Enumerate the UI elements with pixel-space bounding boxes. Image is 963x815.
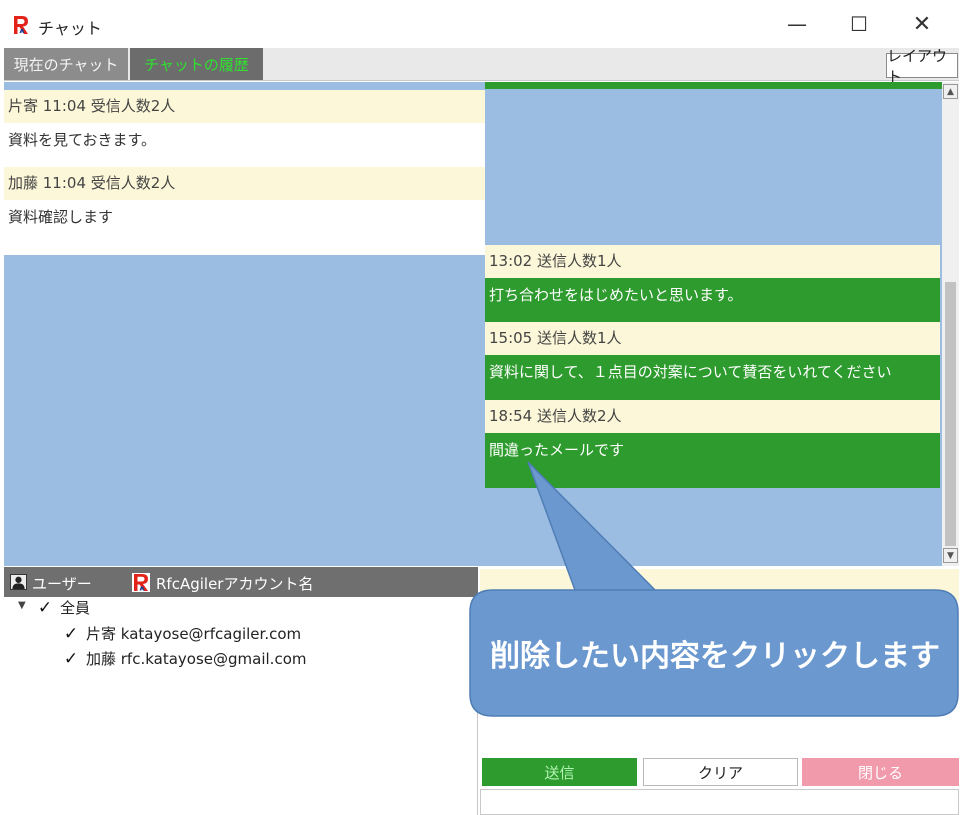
close-chat-button[interactable]: 閉じる [802, 758, 959, 786]
scroll-thumb[interactable] [945, 282, 956, 546]
window-title: チャット [38, 19, 102, 38]
maximize-button[interactable]: ☐ [835, 6, 883, 42]
scroll-up-button[interactable]: ▲ [943, 84, 958, 99]
message-header: 13:02 送信人数1人 [485, 245, 940, 278]
checkmark-icon[interactable]: ✓ [36, 598, 54, 618]
close-icon: ✕ [912, 11, 932, 37]
outgoing-message[interactable]: 13:02 送信人数1人 打ち合わせをはじめたいと思います。 [485, 245, 940, 333]
triangle-down-icon[interactable]: ▼ [18, 600, 26, 611]
incoming-message[interactable]: 加藤 11:04 受信人数2人 資料確認します [4, 167, 485, 255]
vertical-scrollbar[interactable]: ▲ ▼ [942, 82, 959, 566]
tab-bar: 現在のチャット チャットの履歴 レイアウト [4, 47, 959, 86]
triangle-up-icon: ▲ [947, 86, 954, 97]
title-bar: チャット — ☐ ✕ [0, 0, 963, 48]
tree-item-label: 片寄 katayose@rfcagiler.com [86, 625, 302, 643]
tab-current-chat[interactable]: 現在のチャット [4, 48, 128, 80]
rfc-logo-icon [132, 573, 150, 592]
user-icon [10, 574, 27, 590]
message-body: 資料確認します [4, 200, 485, 255]
minimize-icon: — [787, 12, 807, 36]
message-body: 間違ったメールです [485, 433, 940, 488]
compose-header [480, 569, 959, 601]
checkmark-icon[interactable]: ✓ [62, 624, 80, 644]
status-field [480, 789, 959, 815]
message-header: 加藤 11:04 受信人数2人 [4, 167, 485, 200]
tree-item-all[interactable]: ✓ 全員 [36, 597, 90, 618]
callout-text: 削除したい内容をクリックします [490, 639, 940, 674]
message-header: 片寄 11:04 受信人数2人 [4, 90, 485, 123]
checkmark-icon[interactable]: ✓ [62, 649, 80, 669]
users-header: ユーザー RfcAgilerアカウント名 [4, 567, 478, 597]
compose-panel: 送信 クリア 閉じる [480, 567, 959, 815]
tree-item-label: 全員 [60, 599, 91, 617]
triangle-down-icon: ▼ [947, 550, 954, 561]
users-column-label: ユーザー [32, 575, 92, 593]
send-button[interactable]: 送信 [482, 758, 637, 786]
message-header: 18:54 送信人数2人 [485, 400, 940, 433]
tree-item-label: 加藤 rfc.katayose@gmail.com [86, 650, 307, 668]
minimize-button[interactable]: — [773, 6, 821, 42]
account-column-label: RfcAgilerアカウント名 [156, 575, 314, 593]
outgoing-message-edge [485, 82, 942, 89]
maximize-icon: ☐ [850, 12, 868, 36]
scroll-down-button[interactable]: ▼ [943, 548, 958, 563]
outgoing-message[interactable]: 15:05 送信人数1人 資料に関して、１点目の対案について賛否をいれてください [485, 322, 940, 410]
tree-item-user[interactable]: ✓ 加藤 rfc.katayose@gmail.com [62, 648, 307, 669]
tree-item-user[interactable]: ✓ 片寄 katayose@rfcagiler.com [62, 623, 301, 644]
clear-button[interactable]: クリア [643, 758, 798, 786]
chat-history-area[interactable]: 片寄 11:04 受信人数2人 資料を見ておきます。 加藤 11:04 受信人数… [4, 82, 959, 566]
rfc-logo-icon [14, 16, 28, 34]
tab-chat-history[interactable]: チャットの履歴 [130, 48, 263, 80]
incoming-message[interactable]: 片寄 11:04 受信人数2人 資料を見ておきます。 [4, 90, 485, 178]
close-button[interactable]: ✕ [898, 6, 946, 42]
outgoing-message[interactable]: 18:54 送信人数2人 間違ったメールです [485, 400, 940, 488]
layout-button[interactable]: レイアウト [886, 47, 958, 86]
users-panel: ユーザー RfcAgilerアカウント名 ▼ ✓ 全員 ✓ 片寄 katayos… [4, 567, 478, 815]
message-header: 15:05 送信人数1人 [485, 322, 940, 355]
